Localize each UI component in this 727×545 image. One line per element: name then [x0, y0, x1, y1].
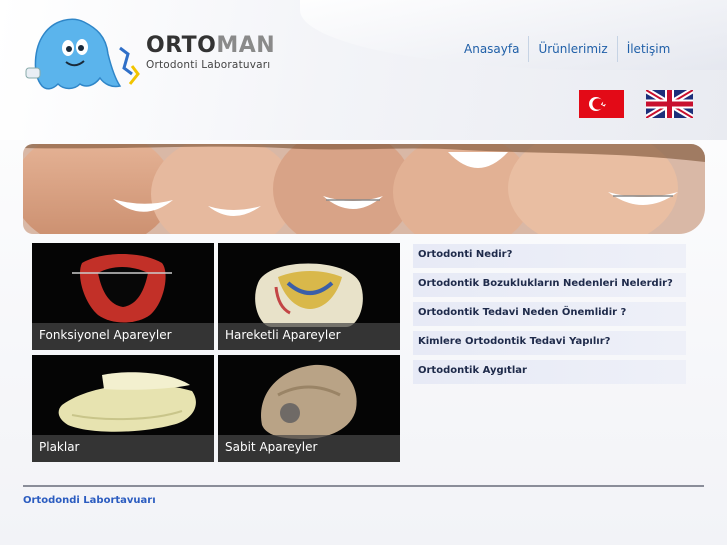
- brand-name: ORTOMAN: [146, 34, 275, 58]
- brand-name-part1: ORTO: [146, 33, 217, 58]
- faq-item[interactable]: Ortodonti Nedir?: [413, 244, 686, 268]
- header: ORTOMAN Ortodonti Laboratuvarı Anasayfa …: [0, 0, 727, 140]
- tooth-mascot-logo[interactable]: [20, 14, 145, 92]
- turkish-flag-icon[interactable]: [579, 90, 624, 118]
- product-tile-functional[interactable]: Fonksiyonel Apareyler: [32, 243, 214, 350]
- product-tile-fixed[interactable]: Sabit Apareyler: [218, 355, 400, 462]
- faq-item[interactable]: Ortodontik Bozuklukların Nedenleri Neler…: [413, 273, 686, 297]
- footer-divider: [23, 485, 704, 487]
- brand-name-part2: MAN: [216, 33, 276, 58]
- faq-item[interactable]: Ortodontik Aygıtlar: [413, 360, 686, 384]
- footer-link[interactable]: Ortodondi Labortavuarı: [23, 495, 156, 506]
- product-caption: Sabit Apareyler: [218, 435, 400, 462]
- kids-smiling-photo: [23, 144, 705, 234]
- uk-flag-icon[interactable]: [646, 90, 693, 118]
- nav-home[interactable]: Anasayfa: [455, 36, 528, 62]
- brand: ORTOMAN Ortodonti Laboratuvarı: [146, 34, 275, 72]
- faq-item[interactable]: Ortodontik Tedavi Neden Önemlidir ?: [413, 302, 686, 326]
- nav-products[interactable]: Ürünlerimiz: [528, 36, 616, 62]
- product-tile-plates[interactable]: Plaklar: [32, 355, 214, 462]
- product-caption: Plaklar: [32, 435, 214, 462]
- product-caption: Hareketli Apareyler: [218, 323, 400, 350]
- hero-banner: [23, 144, 705, 234]
- top-navigation: Anasayfa Ürünlerimiz İletişim: [455, 36, 679, 62]
- product-tile-removable[interactable]: Hareketli Apareyler: [218, 243, 400, 350]
- faq-item[interactable]: Kimlere Ortodontik Tedavi Yapılır?: [413, 331, 686, 355]
- product-caption: Fonksiyonel Apareyler: [32, 323, 214, 350]
- nav-contact[interactable]: İletişim: [616, 36, 680, 62]
- brand-subtitle: Ortodonti Laboratuvarı: [146, 59, 271, 71]
- faq-list: Ortodonti Nedir? Ortodontik Bozuklukları…: [413, 244, 686, 389]
